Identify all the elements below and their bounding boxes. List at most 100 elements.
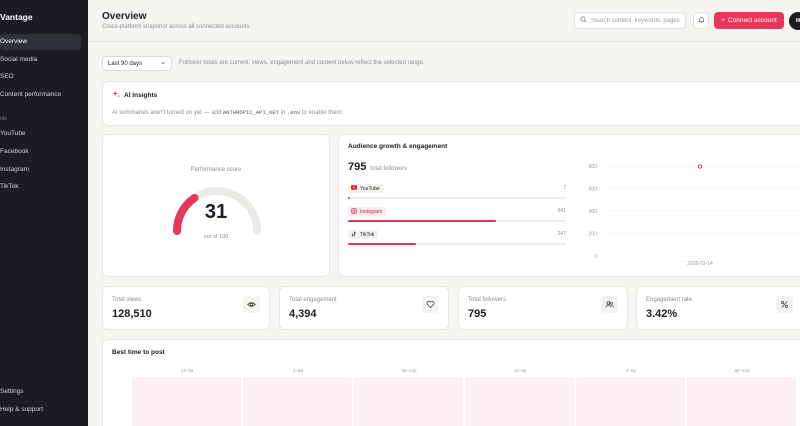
sidebar-item-seo[interactable]: SEO — [0, 69, 81, 85]
stat-label: Total followers — [468, 297, 507, 303]
platform-count: 541 — [557, 208, 566, 214]
stat-label: Total engagement — [289, 297, 337, 303]
connect-account-label: Connect account — [728, 17, 777, 24]
stat-card-total-followers: Total followers 795 — [458, 286, 628, 330]
tiktok-icon — [351, 231, 357, 239]
heatmap-cell[interactable] — [687, 377, 796, 426]
stat-value: 128,510 — [112, 308, 152, 320]
sidebar: Vantage Overview Social media SEO Conten… — [0, 0, 88, 426]
api-key-name: ANTHROPIC_API_KEY — [222, 109, 279, 116]
search-box[interactable] — [574, 12, 686, 29]
platform-row-instagram[interactable]: Instagram 541 — [348, 207, 566, 225]
range-note: Follower totals are current; views, enga… — [179, 60, 425, 66]
stat-card-engagement-rate: Engagement rate 3.42% — [636, 286, 800, 330]
platform-count: 7 — [563, 185, 566, 191]
platform-row-youtube[interactable]: YouTube 7 — [348, 184, 566, 202]
sidebar-item-social-media[interactable]: Social media — [0, 52, 81, 68]
chevron-down-icon — [160, 60, 166, 68]
sidebar-item-settings[interactable]: Settings — [0, 384, 81, 400]
platform-name: Instagram — [360, 208, 383, 215]
y-tick-label: 0 — [594, 254, 597, 260]
platform-bar-track — [348, 197, 566, 199]
sidebar-item-youtube[interactable]: YouTube — [0, 126, 81, 142]
search-input[interactable] — [591, 17, 683, 24]
platform-row-tiktok[interactable]: TikTok 247 — [348, 230, 566, 248]
sidebar-section-label: nts — [0, 116, 7, 122]
heatmap-cell[interactable] — [465, 377, 574, 426]
heatmap-cell[interactable] — [243, 377, 352, 426]
date-range-select[interactable]: Last 90 days — [102, 56, 172, 71]
y-tick-label: 200 — [589, 231, 598, 237]
env-file-name: .env — [287, 109, 301, 116]
time-column-label: 4–8p — [625, 368, 636, 373]
audience-total: 795 total followers — [348, 161, 407, 173]
users-icon — [601, 296, 618, 313]
heatmap-cell[interactable] — [576, 377, 685, 426]
time-column-label: 8a–12p — [401, 368, 417, 373]
page-subtitle: Cross-platform snapshot across all conne… — [102, 24, 250, 30]
platform-bar-fill — [348, 197, 350, 199]
audience-title: Audience growth & engagement — [348, 143, 448, 150]
platform-name: TikTok — [360, 231, 375, 238]
heatmap-cell[interactable] — [354, 377, 463, 426]
time-column-label: 8p–12a — [734, 368, 750, 373]
platform-bar-fill — [348, 243, 416, 245]
plus-icon: + — [721, 17, 725, 24]
performance-score-label: Performance score — [190, 167, 242, 173]
platform-bar-track — [348, 220, 566, 222]
stat-label: Total views — [112, 297, 142, 303]
ai-insights-title: AI Insights — [124, 91, 158, 99]
sidebar-item-instagram[interactable]: Instagram — [0, 162, 81, 178]
performance-score-card: Performance score 31 out of 100 — [102, 134, 330, 277]
sidebar-item-tiktok[interactable]: TikTok — [0, 179, 81, 195]
time-column-label: 12–4p — [513, 368, 527, 373]
total-followers-value: 795 — [348, 161, 367, 173]
performance-score-max: out of 100 — [203, 234, 229, 240]
search-icon — [580, 16, 587, 25]
app-logo: Vantage — [0, 12, 33, 22]
platform-name: YouTube — [360, 185, 380, 192]
y-tick-label: 800 — [589, 164, 598, 170]
chart-data-point[interactable] — [697, 164, 703, 169]
notifications-button[interactable] — [693, 12, 709, 29]
platform-bar-track — [348, 243, 566, 245]
page-title: Overview — [102, 11, 147, 22]
stat-label: Engagement rate — [646, 297, 693, 303]
heart-icon — [422, 296, 439, 313]
ai-insights-message: AI summaries aren't turned on yet — add … — [112, 109, 343, 116]
ai-message-suffix: to enable them. — [300, 110, 344, 116]
time-column-label: 12–4a — [180, 368, 194, 373]
platform-bar-fill — [348, 220, 497, 222]
date-range-value: Last 90 days — [108, 60, 143, 67]
stat-value: 795 — [468, 308, 487, 320]
sidebar-item-help[interactable]: Help & support — [0, 402, 81, 418]
sidebar-item-overview[interactable]: Overview — [0, 34, 81, 50]
audience-growth-chart: 800 600 400 200 0 2026-03-14 — [589, 164, 800, 267]
y-tick-label: 600 — [589, 186, 598, 192]
connect-account-button[interactable]: + Connect account — [714, 12, 784, 29]
heatmap-cell[interactable] — [132, 377, 241, 426]
ai-message-prefix: AI summaries aren't turned on yet — add — [112, 110, 223, 116]
sidebar-item-facebook[interactable]: Facebook — [0, 144, 81, 160]
best-time-title: Best time to post — [112, 349, 165, 356]
x-tick-label: 2026-03-14 — [687, 261, 713, 267]
performance-score-value: 31 — [204, 201, 228, 223]
percent-icon — [776, 296, 793, 313]
instagram-icon — [351, 207, 357, 216]
platform-pill: Instagram — [348, 207, 387, 216]
bell-icon — [697, 16, 705, 25]
ai-insights-card: AI Insights AI summaries aren't turned o… — [102, 81, 800, 126]
best-time-card: Best time to post 12–4a 4–8a 8a–12p 12–4… — [102, 339, 800, 426]
header-divider — [88, 41, 800, 42]
stat-card-total-views: Total views 128,510 — [102, 286, 270, 330]
ai-insights-heading: AI Insights — [112, 90, 157, 100]
stat-value: 3.42% — [646, 308, 678, 320]
stat-card-total-engagement: Total engagement 4,394 — [279, 286, 449, 330]
avatar[interactable]: M — [789, 12, 800, 30]
sidebar-item-content-performance[interactable]: Content performance — [0, 87, 81, 103]
stat-value: 4,394 — [289, 308, 317, 320]
ai-message-middle: in — [278, 110, 287, 116]
platform-pill: TikTok — [348, 230, 379, 239]
platform-pill: YouTube — [348, 184, 384, 193]
eye-icon — [243, 296, 260, 313]
